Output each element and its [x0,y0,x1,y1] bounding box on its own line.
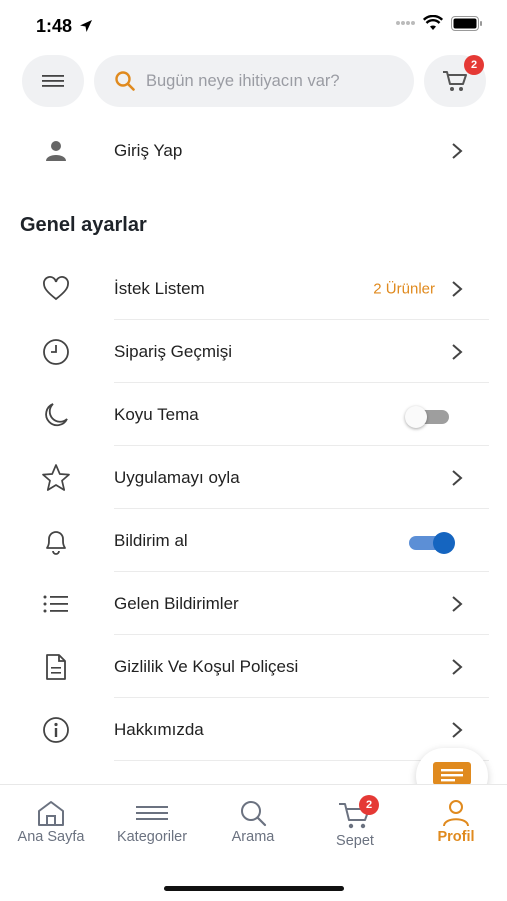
chevron-right-icon [451,721,463,739]
info-icon [40,714,72,746]
status-bar: 1:48 [0,0,507,50]
cart-icon [443,71,467,91]
menu-button[interactable] [22,55,84,107]
divider [114,571,489,572]
search-input[interactable] [144,70,408,92]
top-bar: 2 [0,55,507,107]
wishlist-label: İstek Listem [114,279,205,298]
battery-icon [451,15,482,31]
profile-icon [443,800,469,827]
rate-app-label: Uygulamayı oyla [114,468,240,487]
divider [114,697,489,698]
privacy-label: Gizlilik Ve Koşul Poliçesi [114,657,299,676]
chevron-right-icon [451,595,463,613]
status-time: 1:48 [36,16,93,37]
tab-cart-label: Sepet [336,833,374,849]
dark-theme-toggle[interactable] [405,406,451,428]
divider [114,634,489,635]
tab-profile-label: Profil [437,829,475,845]
categories-icon [136,806,168,820]
chevron-right-icon [451,658,463,676]
signal-icon [396,21,415,25]
document-icon [40,651,72,683]
home-indicator [164,886,344,891]
settings-row-notifications: Bildirim al [0,510,507,572]
wifi-icon [423,15,443,30]
settings-row-rate-app[interactable]: Uygulamayı oyla [0,447,507,509]
section-title: Genel ayarlar [20,214,147,236]
search-icon [114,70,136,92]
settings-row-inbox[interactable]: Gelen Bildirimler [0,573,507,635]
tab-categories[interactable]: Kategoriler [102,799,202,845]
dark-theme-label: Koyu Tema [114,405,199,424]
tab-cart-badge: 2 [359,795,379,815]
inbox-label: Gelen Bildirimler [114,594,239,613]
toggle-knob [405,406,427,428]
moon-icon [40,399,72,431]
settings-row-order-history[interactable]: Sipariş Geçmişi [0,321,507,383]
notifications-label: Bildirim al [114,531,188,550]
clock-icon [40,336,72,368]
toggle-knob [433,532,455,554]
notifications-toggle[interactable] [407,532,455,554]
login-row[interactable]: Giriş Yap [0,120,507,182]
chevron-right-icon [451,469,463,487]
about-label: Hakkımızda [114,720,204,739]
status-time-text: 1:48 [36,16,73,36]
divider [114,382,489,383]
tab-search[interactable]: Arama [203,799,303,845]
chevron-right-icon [451,343,463,361]
search-bar[interactable] [94,55,414,107]
location-arrow-icon [80,20,93,32]
tab-profile[interactable]: Profil [406,799,506,845]
tab-home-label: Ana Sayfa [17,829,85,845]
settings-row-dark-theme: Koyu Tema [0,384,507,446]
login-label: Giriş Yap [114,141,183,160]
wishlist-count: 2 Ürünler [373,280,435,298]
settings-row-privacy[interactable]: Gizlilik Ve Koşul Poliçesi [0,636,507,698]
chevron-right-icon [451,280,463,298]
cart-button[interactable]: 2 [424,55,486,107]
heart-icon [40,273,72,305]
tab-search-label: Arama [231,829,275,845]
home-icon [38,801,64,826]
divider [114,445,489,446]
hamburger-icon [42,75,64,87]
divider [114,319,489,320]
star-icon [40,462,72,494]
tab-cart[interactable]: 2 Sepet [305,795,405,849]
user-icon [40,135,72,167]
settings-row-wishlist[interactable]: İstek Listem 2 Ürünler [0,258,507,320]
tab-home[interactable]: Ana Sayfa [1,799,101,845]
chevron-right-icon [451,142,463,160]
divider [114,508,489,509]
search-icon [241,801,267,827]
bell-icon [40,525,72,557]
status-indicators [395,15,483,31]
order-history-label: Sipariş Geçmişi [114,342,233,361]
cart-badge: 2 [464,55,484,75]
bottom-tab-bar: Ana Sayfa Kategoriler Arama 2 Sepet Prof… [0,784,507,901]
tab-categories-label: Kategoriler [116,829,188,845]
list-icon [40,588,72,620]
